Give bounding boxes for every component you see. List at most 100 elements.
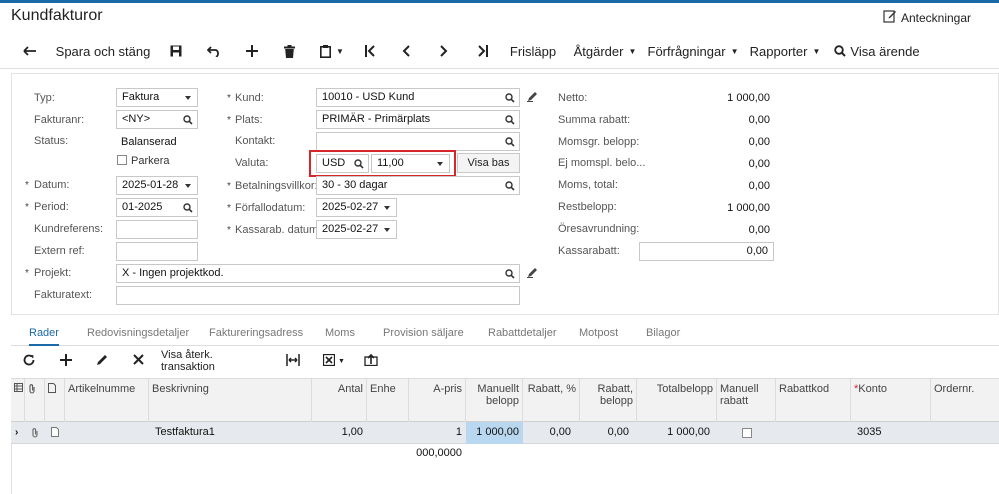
col-rabatt-belopp[interactable]: Rabatt, belopp [580,379,637,423]
back-button[interactable] [18,33,42,69]
externref-field[interactable] [116,242,198,261]
edit-note-icon [883,9,897,26]
upload-button[interactable] [361,346,381,376]
kontakt-field[interactable] [316,132,520,151]
col-ordernr[interactable]: Ordernr. [931,379,999,423]
clipboard-icon [320,44,332,58]
table-row[interactable]: › Testfaktura1 1,00 1 000,0000 1 000,00 … [11,422,999,459]
add-row-button[interactable] [56,346,76,376]
search-icon[interactable] [505,268,515,285]
col-rabatt-pct[interactable]: Rabatt, % [523,379,580,423]
required-marker: * [227,203,231,214]
frislapp-button[interactable]: Frisläpp [506,33,560,69]
col-rabattkod[interactable]: Rabattkod [776,379,851,423]
col-totalbelopp[interactable]: Totalbelopp [637,379,717,423]
datum-field[interactable]: 2025-01-28 [116,176,198,195]
paperclip-icon[interactable] [27,422,45,444]
page-title: Kundfakturor [11,7,103,24]
col-apris[interactable]: A-pris [409,379,466,423]
betvillkor-field[interactable]: 30 - 30 dagar [316,176,520,195]
kundreferens-field[interactable] [116,220,198,239]
previous-record-button[interactable] [396,33,416,69]
cell-apris[interactable]: 1 000,0000 [409,422,466,459]
note-column-header [45,379,65,423]
tab-rabattdetaljer[interactable]: Rabattdetaljer [488,322,557,346]
summarabatt-value: 0,00 [748,114,770,126]
cell-manuell-rabatt-checkbox[interactable] [742,428,752,438]
tab-bilagor[interactable]: Bilagor [646,322,680,346]
search-icon[interactable] [505,136,515,153]
required-marker: * [25,268,29,279]
last-record-button[interactable] [471,33,493,69]
cell-manuellt-belopp[interactable]: 1 000,00 [466,422,523,444]
search-icon[interactable] [183,114,193,131]
add-button[interactable] [241,33,263,69]
cell-rabatt-belopp[interactable]: 0,00 [580,422,633,444]
edit-icon[interactable] [527,267,538,281]
parkera-checkbox[interactable] [117,155,127,165]
kassarabatt-field[interactable]: 0,00 [639,242,774,261]
search-icon[interactable] [354,158,364,175]
undo-button[interactable] [203,33,225,69]
cell-rabatt-pct[interactable]: 0,00 [523,422,575,444]
valuta-rate-select[interactable]: 11,00 [371,154,450,173]
trash-icon [283,44,295,58]
col-manuellt-belopp[interactable]: Manuellt belopp [466,379,523,423]
cell-antal[interactable]: 1,00 [312,422,367,444]
col-antal[interactable]: Antal [312,379,367,423]
rapporter-menu[interactable]: Rapporter ▼ [750,33,821,69]
tab-redovisningsdetaljer[interactable]: Redovisningsdetaljer [87,322,189,346]
tab-provision-saljare[interactable]: Provision säljare [383,322,464,346]
export-excel-button[interactable]: ▼ [319,346,349,376]
search-icon[interactable] [505,180,515,197]
save-button[interactable] [165,33,187,69]
search-icon[interactable] [183,202,193,219]
fakturatext-field[interactable] [116,286,520,305]
copy-paste-button[interactable]: ▼ [316,33,348,69]
fakturanr-field[interactable]: <NY> [116,110,198,129]
visa-arende-button[interactable]: Visa ärende [834,33,920,69]
delete-button[interactable] [278,33,300,69]
typ-select[interactable]: Faktura [116,88,198,107]
visa-bas-button[interactable]: Visa bas [457,153,520,173]
first-record-button[interactable] [360,33,380,69]
atgarder-menu[interactable]: Åtgärder ▼ [573,33,637,69]
document-icon[interactable] [47,422,65,444]
cell-beskrivning[interactable]: Testfaktura1 [151,422,311,444]
col-manuell-rabatt[interactable]: Manuell rabatt [717,379,776,423]
last-icon [477,45,488,57]
projekt-field[interactable]: X - Ingen projektkod. [116,264,520,283]
notes-button[interactable]: Anteckningar [883,9,971,26]
plats-field[interactable]: PRIMÄR - Primärplats [316,110,520,129]
tab-faktureringsadress[interactable]: Faktureringsadress [209,322,303,346]
search-icon[interactable] [505,92,515,109]
col-konto[interactable]: *Konto [851,379,931,423]
next-record-button[interactable] [434,33,454,69]
row-expand-icon[interactable]: › [11,422,25,444]
col-beskrivning[interactable]: Beskrivning [149,379,312,423]
refresh-button[interactable] [19,346,39,376]
visa-aterk-button[interactable]: Visa återk. transaktion [161,346,269,376]
search-icon[interactable] [505,114,515,131]
cell-totalbelopp[interactable]: 1 000,00 [637,422,714,444]
tab-motpost[interactable]: Motpost [579,322,618,346]
save-close-button[interactable]: Spara och stäng [55,33,151,69]
edit-row-button[interactable] [92,346,112,376]
cell-konto[interactable]: 3035 [853,422,931,444]
tab-rader[interactable]: Rader [29,322,59,346]
valuta-code: USD [322,157,346,169]
kund-field[interactable]: 10010 - USD Kund [316,88,520,107]
col-enhet[interactable]: Enhe [367,379,409,423]
forfragningar-menu[interactable]: Förfrågningar ▼ [648,33,739,69]
edit-icon[interactable] [527,91,538,105]
period-field[interactable]: 01-2025 [116,198,198,217]
col-artikelnummer[interactable]: Artikelnumme [65,379,149,423]
fit-columns-button[interactable] [283,346,303,376]
parkera-label: Parkera [131,155,170,167]
forfallo-field[interactable]: 2025-02-27 [316,198,397,217]
delete-row-button[interactable] [128,346,148,376]
valuta-code-field[interactable]: USD [316,154,369,173]
kassarab-field[interactable]: 2025-02-27 [316,220,397,239]
settings-column-header[interactable] [11,379,25,423]
tab-moms[interactable]: Moms [325,322,355,346]
